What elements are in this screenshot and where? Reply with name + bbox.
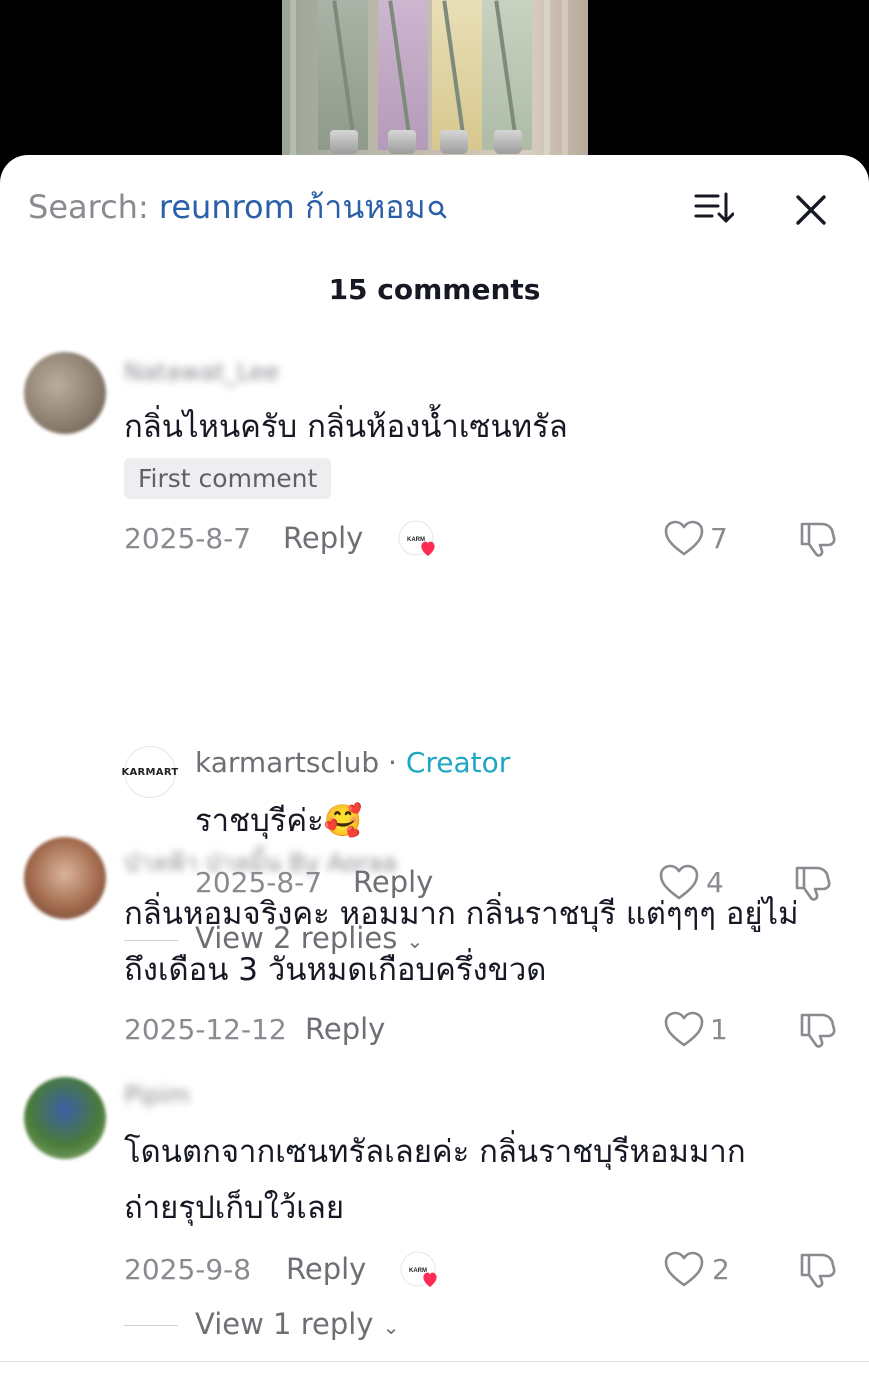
svg-text:KARM: KARM xyxy=(407,537,425,543)
comment-text: ถ่ายรุปเก็บใว้เลย xyxy=(124,1190,345,1226)
reply-text: ราชบุรีค่ะ🥰 xyxy=(195,803,363,839)
like-count: 1 xyxy=(710,1013,728,1046)
search-prefix: Search: xyxy=(28,188,159,226)
creator-avatar[interactable]: KARMART xyxy=(121,746,178,798)
reply-button[interactable]: Reply xyxy=(283,521,363,555)
dislike-icon[interactable] xyxy=(796,1249,836,1289)
comment-date: 2025-9-8 xyxy=(124,1253,252,1286)
creator-tag: Creator xyxy=(405,746,511,779)
comment-username[interactable]: Pipim xyxy=(124,1081,190,1109)
view-replies-button[interactable]: View 1 reply ⌄ xyxy=(195,1307,399,1341)
sort-icon[interactable] xyxy=(694,191,735,225)
comments-sheet: Search: reunrom ก้านหอม 15 comments Nata… xyxy=(0,155,869,1377)
comment-username[interactable]: Natawat_Lee xyxy=(124,358,279,386)
svg-text:KARM: KARM xyxy=(409,1268,427,1274)
like-count: 7 xyxy=(710,522,728,555)
avatar[interactable] xyxy=(24,1077,106,1159)
like-icon[interactable] xyxy=(664,1251,704,1289)
search-suggestion[interactable]: Search: reunrom ก้านหอม xyxy=(28,185,448,229)
comment-count: 15 comments xyxy=(328,273,541,306)
close-icon[interactable] xyxy=(794,193,828,227)
dislike-icon[interactable] xyxy=(796,1009,836,1049)
video-thumbnail[interactable] xyxy=(282,0,588,160)
chevron-down-icon: ⌄ xyxy=(382,1315,400,1339)
creator-username[interactable]: karmartsclub · Creator xyxy=(195,746,510,779)
comment-text: กลิ่นหอมจริงคะ หอมมาก กลิ่นราชบุรี แต่ๆๆ… xyxy=(124,896,799,932)
like-icon[interactable] xyxy=(664,1011,704,1049)
avatar[interactable] xyxy=(24,837,106,919)
comment-text: โดนตกจากเซนทรัลเลยค่ะ กลิ่นราชบุรีหอมมาก xyxy=(124,1134,746,1170)
video-preview[interactable] xyxy=(0,0,869,160)
like-icon[interactable] xyxy=(664,520,704,558)
comment-date: 2025-8-7 xyxy=(124,522,252,555)
reply-button[interactable]: Reply xyxy=(286,1252,366,1286)
creator-liked-badge: KARM xyxy=(400,1251,440,1291)
like-count: 2 xyxy=(712,1253,730,1286)
comment-text: ถึงเดือน 3 วันหมดเกือบครึ่งขวด xyxy=(124,952,547,988)
reply-button[interactable]: Reply xyxy=(305,1012,385,1046)
search-icon[interactable] xyxy=(428,189,448,219)
creator-liked-badge: KARM xyxy=(398,520,438,560)
comment-date: 2025-12-12 xyxy=(124,1013,287,1046)
divider xyxy=(0,1361,869,1362)
comment-username[interactable]: ป่าลฟ้า ป่าลมิ้น By Aoraa xyxy=(124,843,397,882)
avatar[interactable] xyxy=(24,352,106,434)
comment-text: กลิ่นไหนครับ กลิ่นห้องน้ำเซนทรัล xyxy=(124,409,568,445)
divider xyxy=(124,1325,178,1326)
search-term-link[interactable]: reunrom ก้านหอม xyxy=(159,188,426,226)
dislike-icon[interactable] xyxy=(796,518,836,558)
first-comment-badge: First comment xyxy=(124,458,332,499)
